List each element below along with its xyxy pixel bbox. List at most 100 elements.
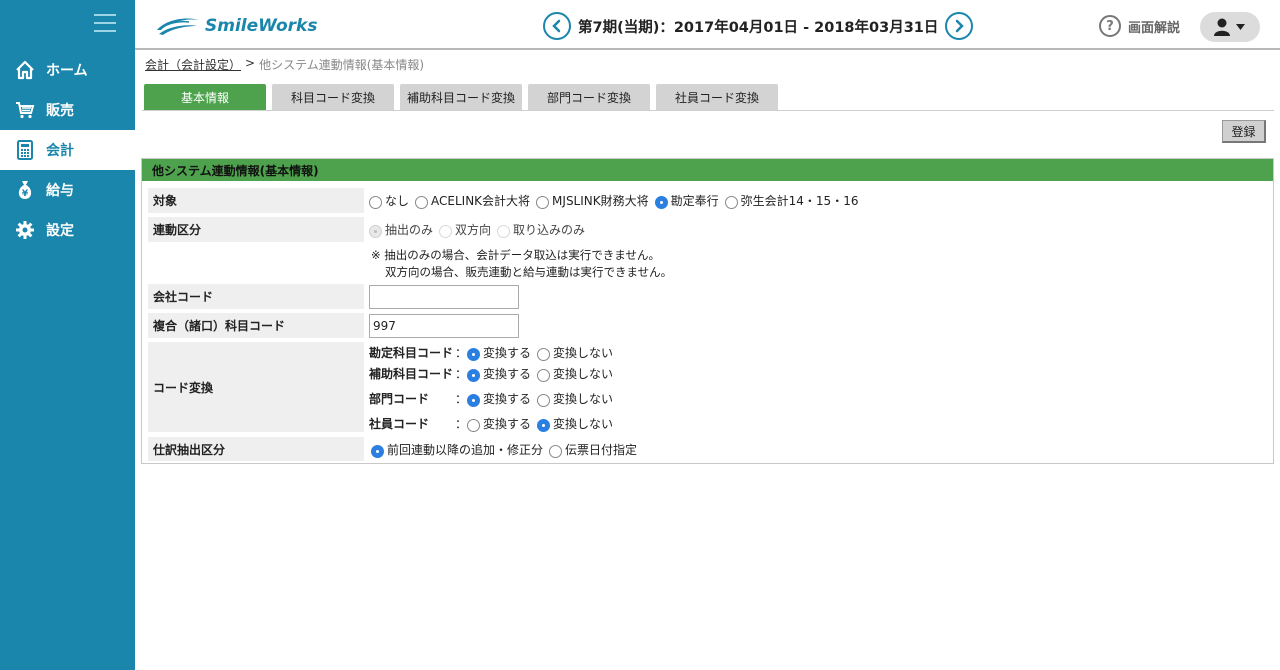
radio-employee-no-convert[interactable] (537, 418, 551, 432)
radio-acelink[interactable] (415, 196, 429, 209)
option-label: 双方向 (455, 223, 492, 237)
option-label: 変換する (483, 391, 532, 406)
target-option-mjslink[interactable]: MJSLINK財務大将 (536, 192, 649, 209)
register-button[interactable]: 登録 (1222, 120, 1266, 143)
employee-convert-option[interactable]: 変換する (467, 415, 531, 432)
target-label: 対象 (148, 188, 364, 213)
journal-option-voucher-date[interactable]: 伝票日付指定 (549, 441, 637, 458)
option-label: 前回連動以降の追加・修正分 (387, 442, 544, 457)
radio-voucher-date[interactable] (549, 444, 563, 458)
user-icon (1214, 18, 1245, 36)
journal-option-since-last[interactable]: 前回連動以降の追加・修正分 (371, 441, 543, 458)
journal-extract-options: 前回連動以降の追加・修正分 伝票日付指定 (371, 437, 643, 461)
fiscal-period: 第7期(当期)：2017年04月01日 - 2018年03月31日 (578, 19, 939, 36)
radio-department-no-convert[interactable] (537, 393, 551, 407)
radio-sub-account-no-convert[interactable] (537, 368, 551, 382)
option-label: なし (385, 194, 410, 208)
department-no-convert-option[interactable]: 変換しない (537, 390, 613, 407)
breadcrumb-link-accounting-settings[interactable]: 会計（会計設定） (142, 56, 241, 73)
journal-extract-label: 仕訳抽出区分 (148, 437, 364, 461)
tab-divider (142, 110, 1274, 111)
radio-since-last[interactable] (371, 444, 384, 458)
tab-basic-info[interactable]: 基本情報 (144, 84, 266, 111)
link-type-option-bidirectional: 双方向 (439, 221, 491, 238)
sidebar-item-payroll[interactable]: ¥ 給与 (0, 170, 135, 210)
settings-panel: 他システム連動情報(基本情報) 対象 なし ACELINK会計大将 MJSLIN… (141, 158, 1274, 464)
help-button[interactable]: ? 画面解説 (1099, 15, 1180, 37)
sidebar-item-label: 会計 (46, 143, 74, 159)
radio-department-convert[interactable] (467, 393, 480, 407)
conversion-row-name: 補助科目コード (369, 366, 454, 381)
radio-account-convert[interactable] (467, 347, 480, 361)
option-label: 弥生会計14・15・16 (740, 194, 859, 208)
conversion-colon: ： (455, 366, 468, 381)
target-option-yayoi[interactable]: 弥生会計14・15・16 (724, 192, 859, 209)
option-label: 変換する (483, 345, 532, 360)
compound-code-label: 複合（諸口）科目コード (148, 313, 364, 338)
target-option-none[interactable]: なし (369, 192, 409, 209)
conversion-row-employee: 社員コード ： 変換する 変換しない (369, 413, 619, 433)
sub-account-convert-option[interactable]: 変換する (467, 365, 531, 382)
gear-icon (14, 219, 36, 241)
breadcrumb: 会計（会計設定） > 他システム連動情報(基本情報) (142, 56, 424, 73)
sub-account-no-convert-option[interactable]: 変換しない (537, 365, 613, 382)
radio-yayoi[interactable] (724, 196, 738, 209)
sidebar-item-label: ホーム (46, 63, 88, 79)
radio-mjslink[interactable] (536, 196, 550, 209)
tab-employee-code-conversion[interactable]: 社員コード変換 (656, 84, 778, 111)
radio-extract-only (369, 225, 382, 238)
question-icon: ? (1099, 15, 1121, 37)
target-option-acelink[interactable]: ACELINK会計大将 (415, 192, 530, 209)
employee-no-convert-option[interactable]: 変換しない (537, 415, 613, 432)
tab-account-code-conversion[interactable]: 科目コード変換 (272, 84, 394, 111)
menu-toggle-icon[interactable] (94, 14, 116, 34)
option-label: 抽出のみ (385, 223, 434, 237)
header: SmileWorks 第7期(当期)：2017年04月01日 - 2018年03… (135, 0, 1280, 50)
link-type-note-1: ※ 抽出のみの場合、会計データ取込は実行できません。 (371, 248, 660, 262)
link-type-options: 抽出のみ 双方向 取り込みのみ (369, 217, 591, 242)
account-no-convert-option[interactable]: 変換しない (537, 344, 613, 361)
next-period-button[interactable] (945, 12, 974, 40)
code-conversion-label: コード変換 (148, 342, 364, 432)
radio-bugyo[interactable] (654, 196, 668, 209)
option-label: MJSLINK財務大将 (552, 194, 649, 208)
yen-bag-icon: ¥ (14, 179, 36, 201)
sidebar: ホーム 販売 会計 ¥ 給与 設定 (0, 0, 135, 670)
link-type-note-2: 双方向の場合、販売連動と給与連動は実行できません。 (385, 265, 673, 279)
option-label: 変換しない (553, 391, 614, 406)
sidebar-item-sales[interactable]: 販売 (0, 90, 135, 130)
company-code-input[interactable] (369, 284, 519, 309)
link-type-label: 連動区分 (148, 217, 364, 242)
conversion-row-department: 部門コード ： 変換する 変換しない (369, 388, 619, 408)
sidebar-item-settings[interactable]: 設定 (0, 210, 135, 250)
option-label: 変換する (483, 366, 532, 381)
prev-period-button[interactable] (543, 12, 571, 40)
help-label: 画面解説 (1128, 20, 1181, 36)
link-type-option-import-only: 取り込みのみ (497, 221, 585, 238)
tab-department-code-conversion[interactable]: 部門コード変換 (528, 84, 650, 111)
logo[interactable]: SmileWorks (155, 12, 317, 40)
compound-code-input[interactable]: 997 (369, 313, 519, 338)
breadcrumb-separator: > (245, 56, 256, 70)
tab-sub-account-code-conversion[interactable]: 補助科目コード変換 (400, 84, 522, 111)
radio-none[interactable] (369, 196, 382, 209)
radio-employee-convert[interactable] (467, 418, 480, 432)
svg-text:¥: ¥ (22, 189, 29, 199)
sidebar-item-home[interactable]: ホーム (0, 50, 135, 90)
department-convert-option[interactable]: 変換する (467, 390, 531, 407)
conversion-colon: ： (455, 345, 468, 360)
option-label: 変換しない (553, 345, 614, 360)
conversion-row-sub-account: 補助科目コード ： 変換する 変換しない (369, 363, 619, 383)
sidebar-item-accounting[interactable]: 会計 (0, 130, 135, 170)
sidebar-item-label: 設定 (46, 223, 74, 239)
radio-account-no-convert[interactable] (537, 347, 551, 361)
user-menu-button[interactable] (1200, 12, 1260, 42)
company-code-field-wrap (369, 284, 519, 309)
conversion-row-account: 勘定科目コード ： 変換する 変換しない (369, 342, 619, 362)
target-option-bugyo[interactable]: 勘定奉行 (654, 192, 719, 209)
conversion-row-name: 社員コード (369, 416, 430, 431)
radio-import-only (497, 225, 511, 238)
target-options: なし ACELINK会計大将 MJSLINK財務大将 勘定奉行 弥生会計14・1… (369, 188, 864, 213)
radio-sub-account-convert[interactable] (467, 368, 480, 382)
account-convert-option[interactable]: 変換する (467, 344, 531, 361)
